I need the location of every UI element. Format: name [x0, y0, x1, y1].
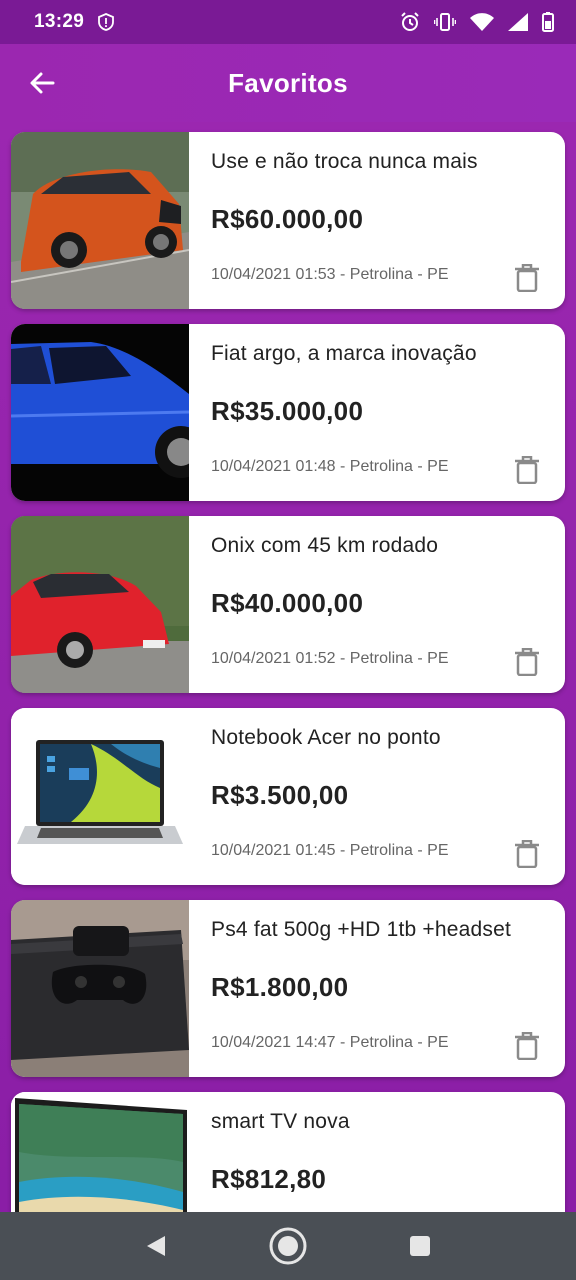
delete-icon[interactable] [515, 1032, 539, 1060]
favorite-card[interactable]: Ps4 fat 500g +HD 1tb +headset R$1.800,00… [11, 900, 565, 1077]
item-title: Onix com 45 km rodado [211, 534, 439, 557]
favorite-card[interactable]: Use e não troca nunca mais R$60.000,00 1… [11, 132, 565, 309]
card-body: Onix com 45 km rodado R$40.000,00 10/04/… [189, 516, 565, 693]
item-price: R$40.000,00 [211, 588, 364, 618]
item-meta: 10/04/2021 01:53 - Petrolina - PE [211, 266, 449, 283]
signal-icon [508, 13, 528, 31]
card-body: Ps4 fat 500g +HD 1tb +headset R$1.800,00… [189, 900, 565, 1077]
card-body: Fiat argo, a marca inovação R$35.000,00 … [189, 324, 565, 501]
favorite-card[interactable]: Notebook Acer no ponto R$3.500,00 10/04/… [11, 708, 565, 885]
item-meta: 10/04/2021 01:52 - Petrolina - PE [211, 650, 449, 667]
card-body: Notebook Acer no ponto R$3.500,00 10/04/… [189, 708, 565, 885]
item-title: Fiat argo, a marca inovação [211, 342, 477, 365]
item-price: R$35.000,00 [211, 396, 364, 426]
battery-icon [542, 12, 554, 32]
delete-icon[interactable] [515, 264, 539, 292]
item-meta: 10/04/2021 01:48 - Petrolina - PE [211, 458, 449, 475]
home-circle-icon [269, 1227, 307, 1265]
product-image [11, 900, 189, 1077]
arrow-back-icon [30, 72, 55, 94]
item-title: Ps4 fat 500g +HD 1tb +headset [211, 918, 512, 941]
item-meta: 10/04/2021 14:47 - Petrolina - PE [211, 1034, 449, 1051]
delete-icon[interactable] [515, 648, 539, 676]
favorite-card[interactable]: smart TV nova R$812,80 [11, 1092, 565, 1212]
square-recents-icon [410, 1236, 430, 1256]
app-bar: Favoritos [0, 44, 576, 122]
delete-icon[interactable] [515, 456, 539, 484]
product-image [11, 324, 189, 501]
card-body: smart TV nova R$812,80 [189, 1092, 565, 1212]
status-bar: 13:29 [0, 0, 576, 44]
item-meta: 10/04/2021 01:45 - Petrolina - PE [211, 842, 449, 859]
page-title: Favoritos [228, 67, 348, 98]
alarm-icon [401, 12, 419, 31]
item-price: R$3.500,00 [211, 780, 349, 810]
card-body: Use e não troca nunca mais R$60.000,00 1… [189, 132, 565, 309]
product-image [11, 516, 189, 693]
item-price: R$1.800,00 [211, 972, 349, 1002]
item-title: smart TV nova [211, 1110, 350, 1133]
product-image [11, 1092, 189, 1212]
product-image [11, 708, 189, 885]
item-price: R$60.000,00 [211, 204, 364, 234]
delete-icon[interactable] [515, 840, 539, 868]
triangle-back-icon [147, 1236, 165, 1256]
favorite-card[interactable]: Onix com 45 km rodado R$40.000,00 10/04/… [11, 516, 565, 693]
nav-home-button[interactable] [266, 1224, 310, 1268]
item-title: Use e não troca nunca mais [211, 150, 478, 173]
nav-recents-button[interactable] [398, 1224, 442, 1268]
status-time: 13:29 [34, 11, 85, 32]
favorites-list[interactable]: Use e não troca nunca mais R$60.000,00 1… [0, 122, 576, 1212]
wifi-icon [470, 13, 494, 31]
item-price: R$812,80 [211, 1164, 327, 1194]
favorite-card[interactable]: Fiat argo, a marca inovação R$35.000,00 … [11, 324, 565, 501]
nav-back-button[interactable] [134, 1224, 178, 1268]
product-image [11, 132, 189, 309]
item-title: Notebook Acer no ponto [211, 726, 441, 749]
back-button[interactable] [22, 63, 62, 103]
shield-alert-icon [98, 13, 115, 31]
vibrate-icon [434, 13, 456, 31]
system-nav-bar [0, 1212, 576, 1280]
